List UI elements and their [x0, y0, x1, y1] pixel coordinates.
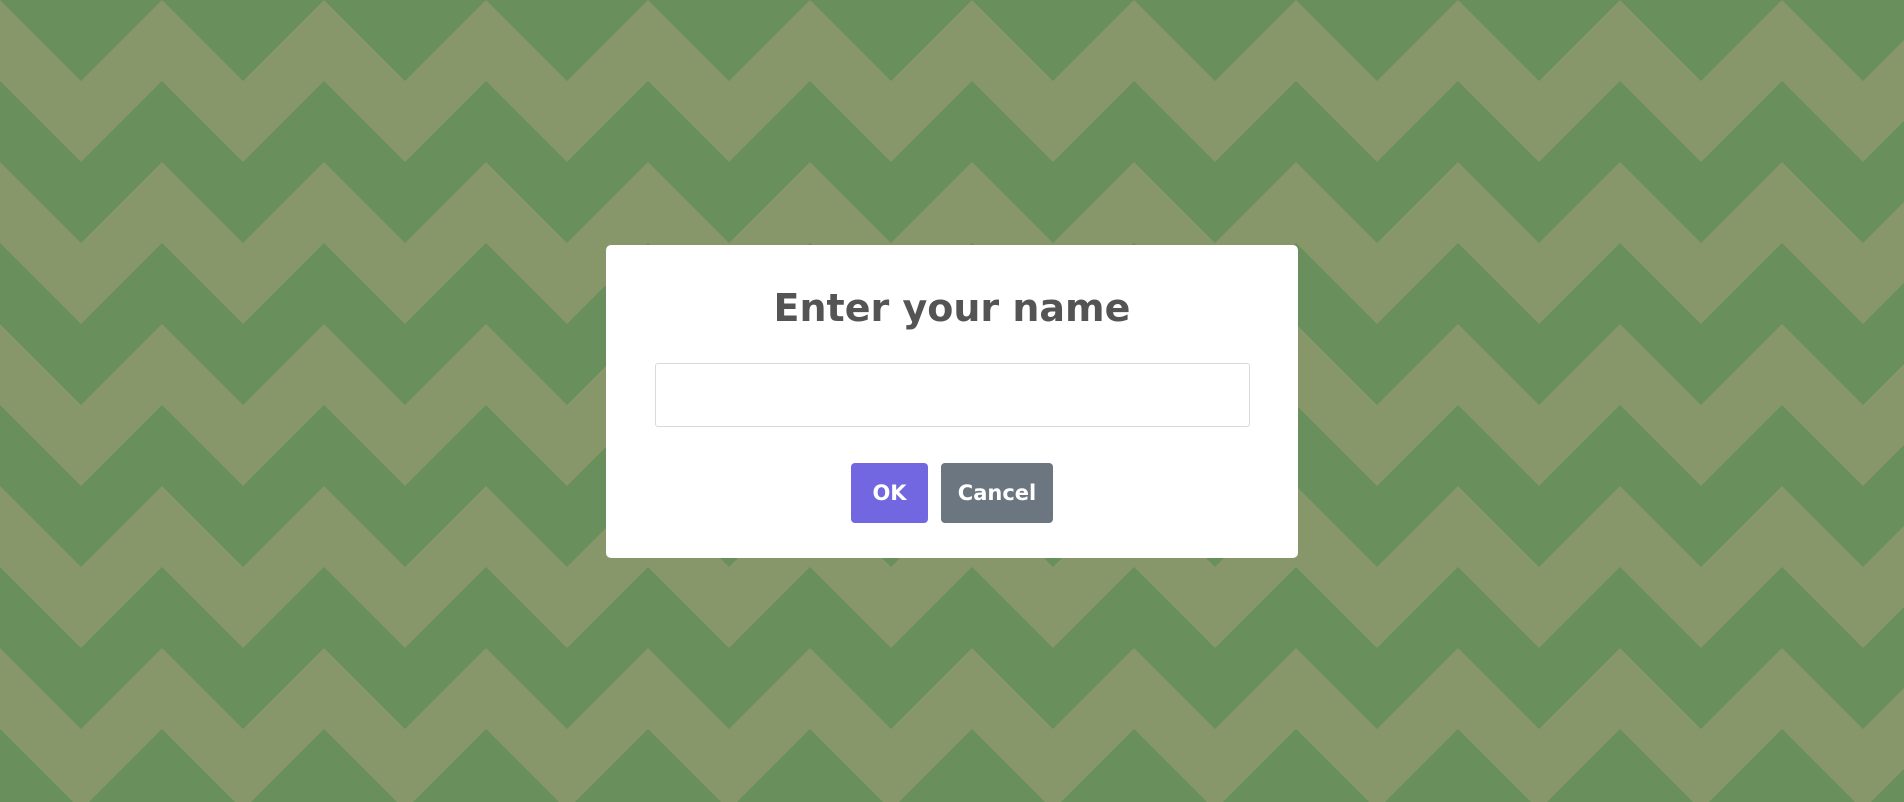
dialog-title: Enter your name: [773, 286, 1131, 330]
ok-button[interactable]: OK: [851, 463, 928, 523]
dialog-actions: OK Cancel: [606, 463, 1298, 523]
name-input[interactable]: [655, 363, 1250, 427]
cancel-button[interactable]: Cancel: [941, 463, 1053, 523]
name-dialog: Enter your name OK Cancel: [606, 245, 1298, 558]
